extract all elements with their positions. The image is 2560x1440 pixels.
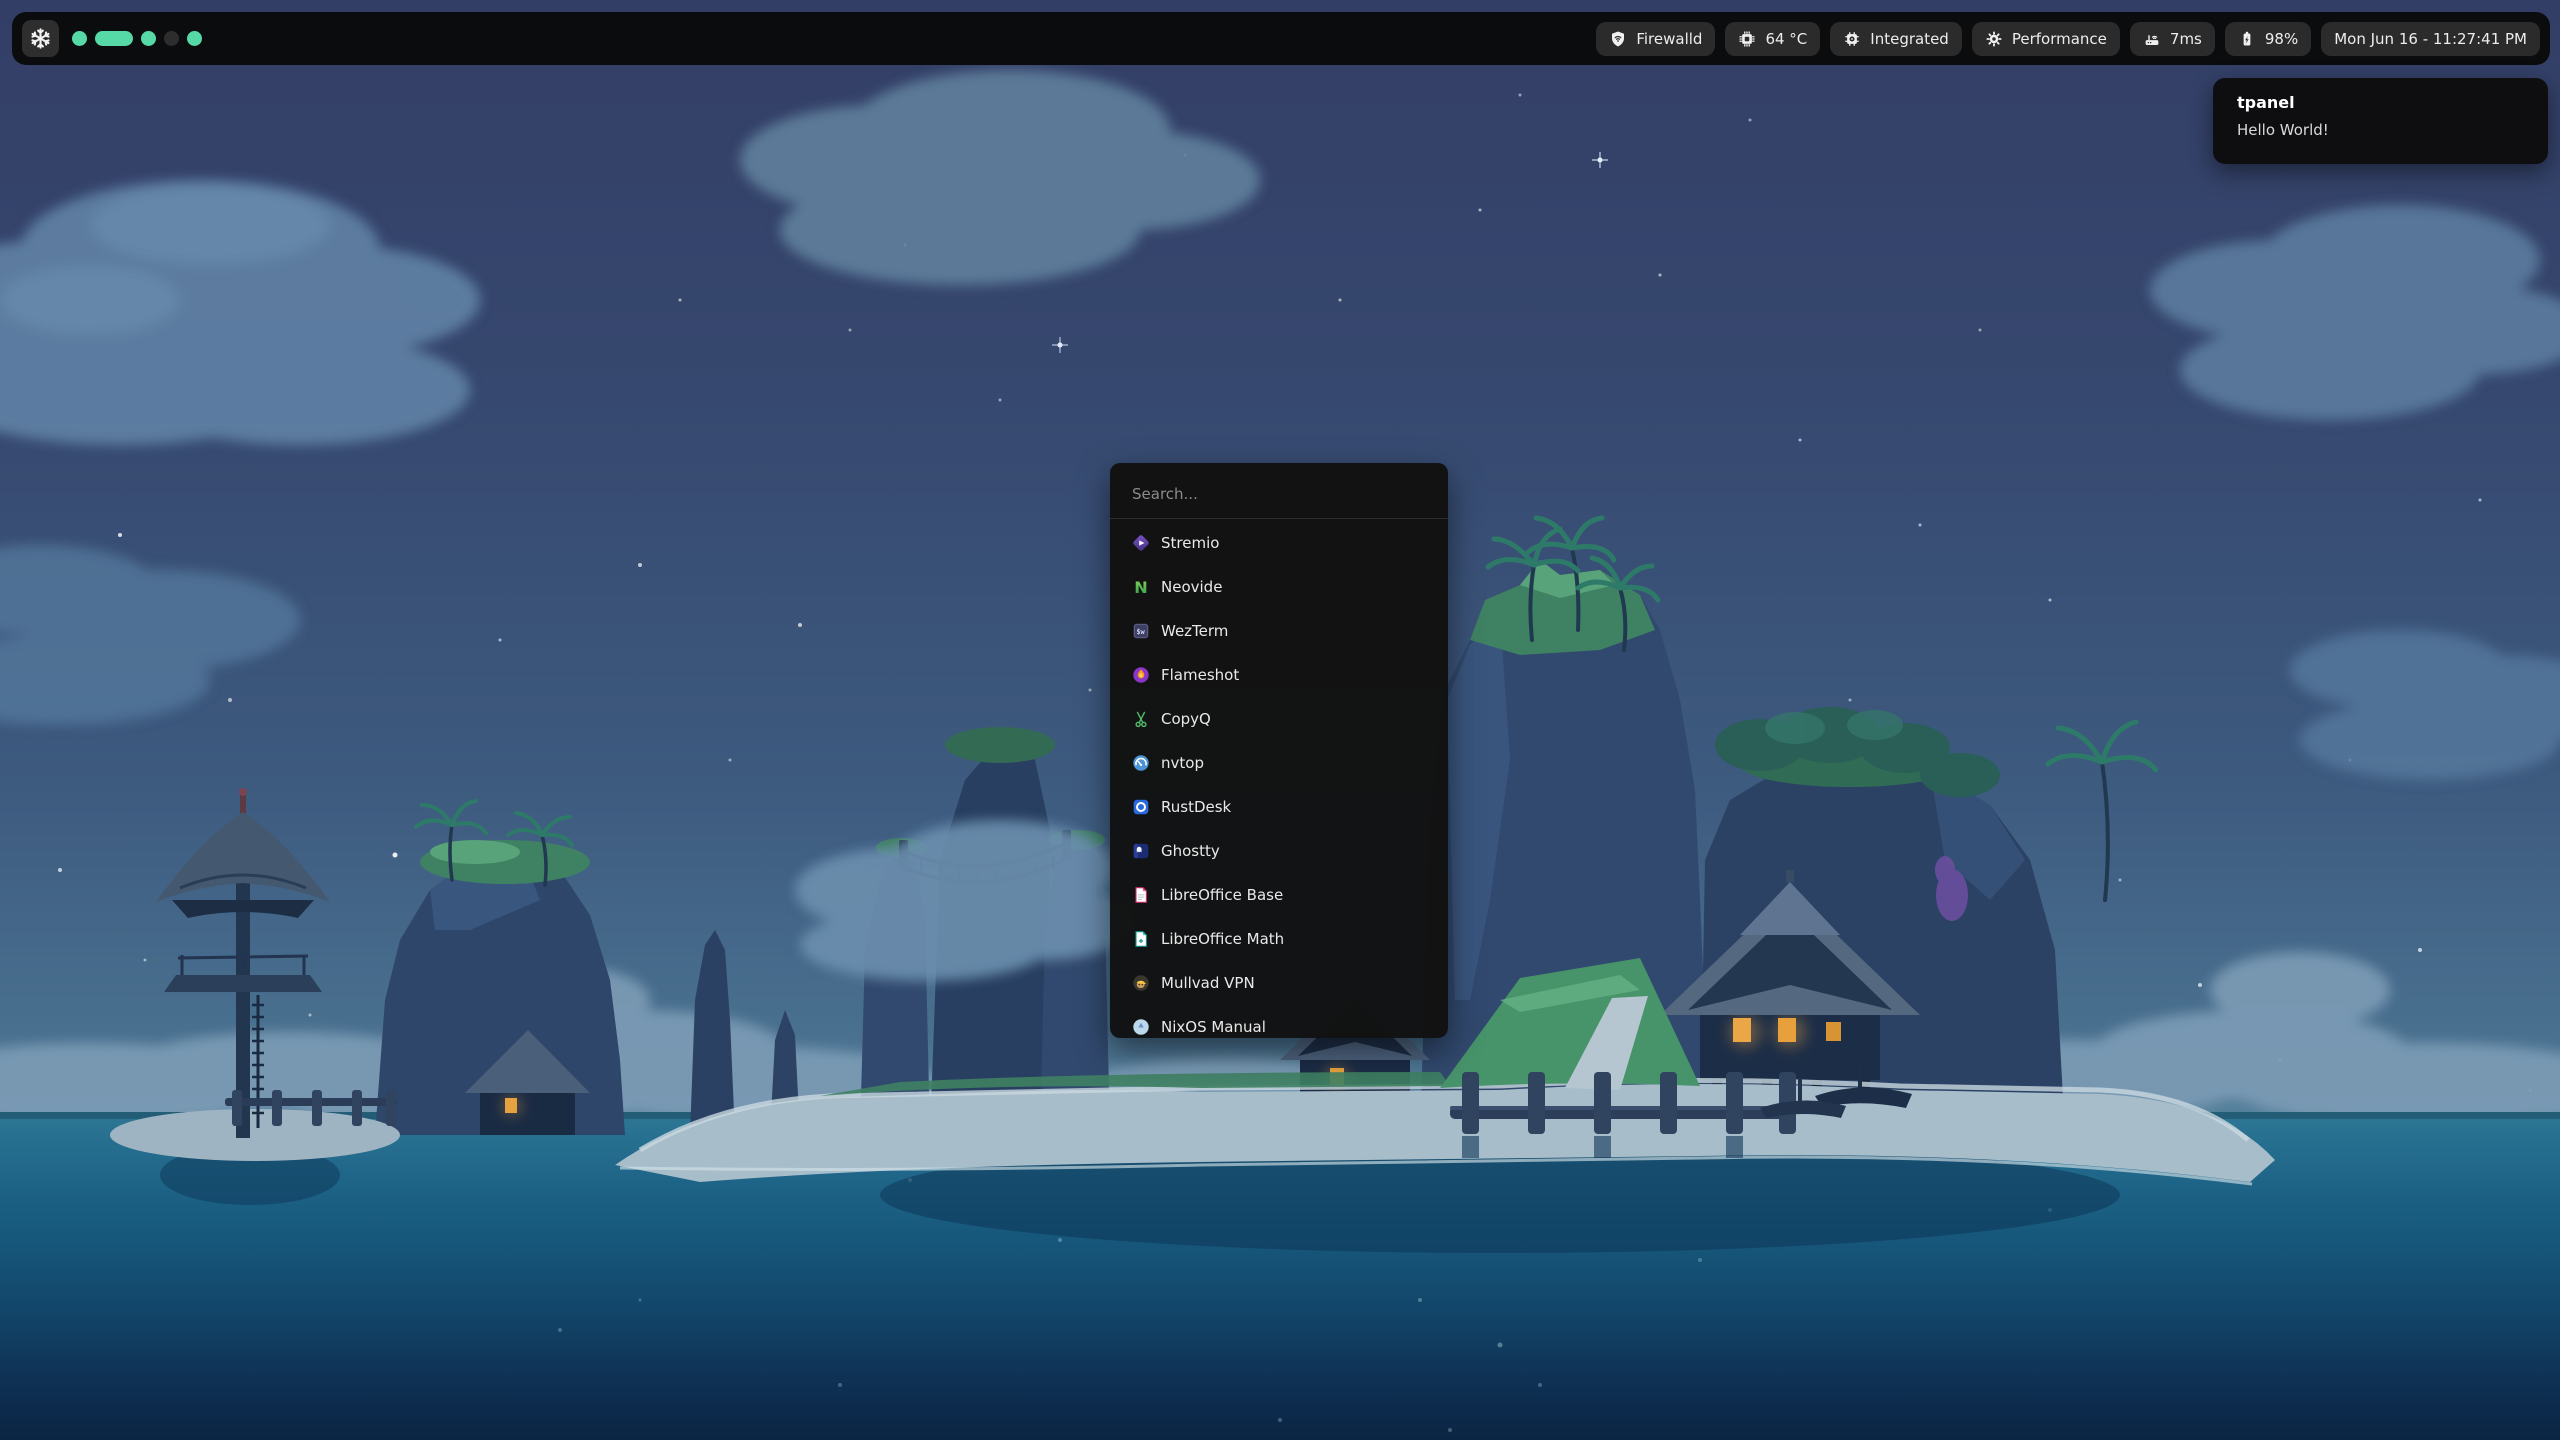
app-row-flameshot[interactable]: Flameshot: [1110, 653, 1448, 697]
app-label: Stremio: [1161, 534, 1219, 552]
app-row-nixos-manual[interactable]: NixOS Manual: [1110, 1005, 1448, 1038]
app-label: Ghostty: [1161, 842, 1220, 860]
status-chip-firewall[interactable]: Firewalld: [1596, 22, 1715, 56]
app-row-rustdesk[interactable]: RustDesk: [1110, 785, 1448, 829]
top-panel: Firewalld 64 °C: [12, 12, 2550, 65]
rustdesk-icon: [1131, 797, 1151, 817]
app-row-wezterm[interactable]: $w WezTerm: [1110, 609, 1448, 653]
stremio-icon: [1131, 533, 1151, 553]
status-chip-gpu[interactable]: Integrated: [1830, 22, 1962, 56]
nixos-snowflake-icon: [28, 26, 53, 51]
cpu-icon: [1738, 30, 1756, 48]
app-label: LibreOffice Math: [1161, 930, 1284, 948]
app-label: CopyQ: [1161, 710, 1211, 728]
status-chip-network-latency[interactable]: 7ms: [2130, 22, 2215, 56]
workspace-indicators: [72, 31, 202, 46]
app-list: Stremio N Neovide $w WezTerm: [1110, 519, 1448, 1038]
clock-chip[interactable]: Mon Jun 16 - 11:27:41 PM: [2321, 22, 2540, 56]
workspace-indicator-3[interactable]: [141, 31, 156, 46]
app-row-libreoffice-base[interactable]: LibreOffice Base: [1110, 873, 1448, 917]
app-label: LibreOffice Base: [1161, 886, 1283, 904]
workspace-indicator-4[interactable]: [164, 31, 179, 46]
app-row-nvtop[interactable]: nvtop: [1110, 741, 1448, 785]
status-label: Performance: [2012, 30, 2107, 48]
app-label: Mullvad VPN: [1161, 974, 1255, 992]
router-icon: [2143, 30, 2161, 48]
app-label: nvtop: [1161, 754, 1204, 772]
gpu-icon: [1843, 30, 1861, 48]
gear-icon: [1985, 30, 2003, 48]
flameshot-icon: [1131, 665, 1151, 685]
status-label: 64 °C: [1765, 30, 1807, 48]
status-chip-battery[interactable]: 98%: [2225, 22, 2311, 56]
libreoffice-math-icon: [1131, 929, 1151, 949]
app-label: RustDesk: [1161, 798, 1231, 816]
libreoffice-base-icon: [1131, 885, 1151, 905]
status-label: 98%: [2265, 30, 2298, 48]
notification-toast[interactable]: tpanel Hello World!: [2213, 78, 2548, 164]
search-wrap: [1110, 463, 1448, 518]
status-label: Firewalld: [1636, 30, 1702, 48]
status-chip-power-profile[interactable]: Performance: [1972, 22, 2120, 56]
copyq-icon: [1131, 709, 1151, 729]
svg-text:N: N: [1134, 578, 1148, 597]
workspace-indicator-2-active[interactable]: [95, 31, 133, 46]
battery-icon: [2238, 30, 2256, 48]
workspace-indicator-5[interactable]: [187, 31, 202, 46]
app-label: WezTerm: [1161, 622, 1228, 640]
app-row-stremio[interactable]: Stremio: [1110, 521, 1448, 565]
nvtop-icon: [1131, 753, 1151, 773]
status-label: Integrated: [1870, 30, 1949, 48]
app-row-neovide[interactable]: N Neovide: [1110, 565, 1448, 609]
notification-title: tpanel: [2237, 93, 2524, 112]
wezterm-icon: $w: [1131, 621, 1151, 641]
app-label: Flameshot: [1161, 666, 1239, 684]
status-chips: Firewalld 64 °C: [1596, 22, 2540, 56]
app-row-mullvad-vpn[interactable]: Mullvad VPN: [1110, 961, 1448, 1005]
app-row-ghostty[interactable]: Ghostty: [1110, 829, 1448, 873]
status-chip-cpu-temp[interactable]: 64 °C: [1725, 22, 1820, 56]
shield-icon: [1609, 30, 1627, 48]
ghostty-icon: [1131, 841, 1151, 861]
svg-text:$w: $w: [1136, 628, 1145, 636]
nixos-manual-icon: [1131, 1017, 1151, 1037]
mullvad-vpn-icon: [1131, 973, 1151, 993]
app-launcher: Stremio N Neovide $w WezTerm: [1110, 463, 1448, 1038]
app-row-libreoffice-math[interactable]: LibreOffice Math: [1110, 917, 1448, 961]
app-label: Neovide: [1161, 578, 1222, 596]
app-launcher-button[interactable]: [22, 20, 59, 57]
notification-body: Hello World!: [2237, 121, 2524, 139]
app-label: NixOS Manual: [1161, 1018, 1266, 1036]
status-label: 7ms: [2170, 30, 2202, 48]
app-row-copyq[interactable]: CopyQ: [1110, 697, 1448, 741]
desktop: Firewalld 64 °C: [0, 0, 2560, 1440]
neovide-icon: N: [1131, 577, 1151, 597]
clock-label: Mon Jun 16 - 11:27:41 PM: [2334, 30, 2527, 48]
workspace-indicator-1[interactable]: [72, 31, 87, 46]
search-input[interactable]: [1132, 485, 1426, 503]
